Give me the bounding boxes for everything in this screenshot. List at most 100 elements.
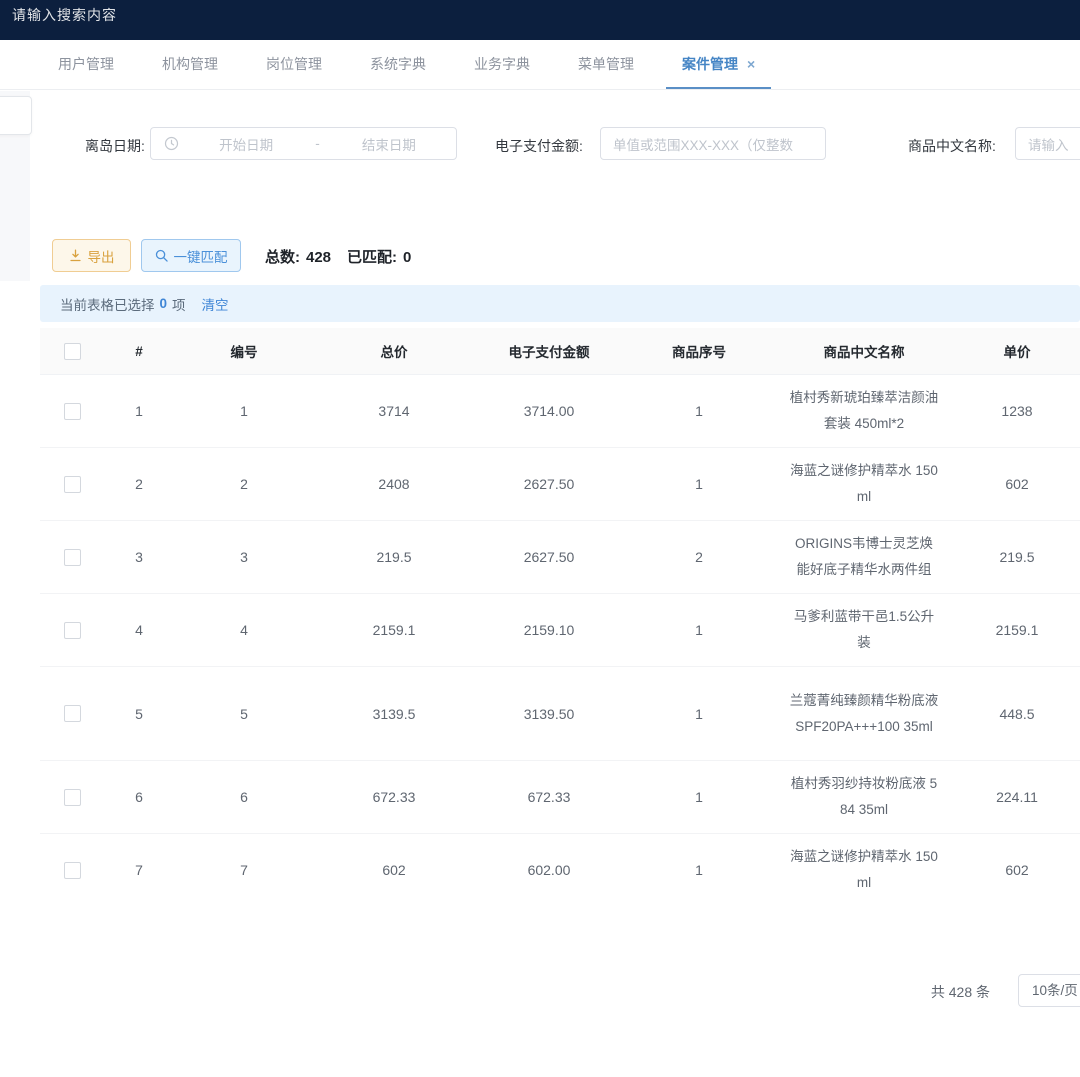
cell-index: 2 (104, 448, 174, 521)
table-row[interactable]: 442159.12159.101马爹利蓝带干邑1.5公升装2159.1 (40, 594, 1080, 667)
table-row[interactable]: 33219.52627.502ORIGINS韦博士灵芝焕能好底子精华水两件组21… (40, 521, 1080, 594)
cell-index: 6 (104, 761, 174, 834)
product-name-text: 植村秀羽纱持妆粉底液 584 35ml (789, 771, 939, 823)
matched-value: 0 (403, 249, 411, 266)
cell-seq: 1 (624, 375, 774, 448)
date-range-input[interactable]: 开始日期 - 结束日期 (150, 127, 457, 160)
tab-业务字典[interactable]: 业务字典 (450, 40, 554, 89)
tab-岗位管理[interactable]: 岗位管理 (242, 40, 346, 89)
table-row[interactable]: 77602602.001海蓝之谜修护精萃水 150ml602 (40, 834, 1080, 906)
tab-label: 用户管理 (58, 56, 114, 72)
cell-total: 2408 (314, 448, 474, 521)
cell-epay: 3714.00 (474, 375, 624, 448)
start-date-placeholder[interactable]: 开始日期 (179, 134, 313, 154)
product-name-text: ORIGINS韦博士灵芝焕能好底子精华水两件组 (789, 531, 939, 583)
cell-index: 7 (104, 834, 174, 906)
cell-code: 7 (174, 834, 314, 906)
export-button-label: 导出 (88, 246, 115, 266)
tab-label: 机构管理 (162, 56, 218, 72)
date-separator: - (313, 136, 322, 151)
row-select-cell[interactable] (40, 667, 104, 761)
top-search-bar: 请输入搜索内容 (0, 0, 1080, 40)
cell-code: 4 (174, 594, 314, 667)
cell-seq: 2 (624, 521, 774, 594)
clear-selection-link[interactable]: 清空 (202, 294, 229, 314)
column-header: 编号 (174, 328, 314, 375)
table-row[interactable]: 553139.53139.501兰蔻菁纯臻颜精华粉底液SPF20PA+++100… (40, 667, 1080, 761)
tab-close-icon[interactable]: × (747, 56, 755, 72)
cell-name: 植村秀新琥珀臻萃洁颜油套装 450ml*2 (774, 375, 954, 448)
product-name-text: 海蓝之谜修护精萃水 150ml (789, 458, 939, 510)
cell-code: 1 (174, 375, 314, 448)
cell-unit: 2159.1 (954, 594, 1080, 667)
cell-code: 3 (174, 521, 314, 594)
table-row[interactable]: 66672.33672.331植村秀羽纱持妆粉底液 584 35ml224.11 (40, 761, 1080, 834)
column-header: 电子支付金额 (474, 328, 624, 375)
cell-index: 5 (104, 667, 174, 761)
row-select-cell[interactable] (40, 521, 104, 594)
end-date-placeholder[interactable]: 结束日期 (322, 134, 456, 154)
epay-filter-label: 电子支付金额: (495, 136, 583, 156)
app-window: 请输入搜索内容 用户管理机构管理岗位管理系统字典业务字典菜单管理案件管理× 离岛… (0, 0, 1080, 1077)
checkbox-icon[interactable] (64, 705, 81, 722)
cell-index: 1 (104, 375, 174, 448)
row-select-cell[interactable] (40, 375, 104, 448)
cell-epay: 602.00 (474, 834, 624, 906)
pagination-total: 共 428 条 (890, 982, 990, 1002)
cell-unit: 602 (954, 834, 1080, 906)
cell-total: 3139.5 (314, 667, 474, 761)
epay-amount-placeholder: 单值或范围XXX-XXX（仅整数 (613, 134, 793, 154)
table-row[interactable]: 2224082627.501海蓝之谜修护精萃水 150ml602 (40, 448, 1080, 521)
cell-seq: 1 (624, 761, 774, 834)
checkbox-icon[interactable] (64, 862, 81, 879)
cell-code: 5 (174, 667, 314, 761)
cell-epay: 2627.50 (474, 448, 624, 521)
export-button[interactable]: 导出 (52, 239, 131, 272)
totals-summary: 总数:428已匹配:0 (265, 246, 417, 267)
checkbox-icon[interactable] (64, 622, 81, 639)
checkbox-icon[interactable] (64, 403, 81, 420)
table-row[interactable]: 1137143714.001植村秀新琥珀臻萃洁颜油套装 450ml*21238 (40, 375, 1080, 448)
row-select-cell[interactable] (40, 834, 104, 906)
cell-index: 3 (104, 521, 174, 594)
checkbox-icon[interactable] (64, 343, 81, 360)
cell-total: 3714 (314, 375, 474, 448)
tab-label: 菜单管理 (578, 56, 634, 72)
epay-amount-input[interactable]: 单值或范围XXX-XXX（仅整数 (600, 127, 826, 160)
sidebar-collapsed-panel[interactable] (0, 96, 32, 135)
tab-系统字典[interactable]: 系统字典 (346, 40, 450, 89)
selection-count: 0 (160, 296, 168, 311)
selection-info-bar: 当前表格已选择 0 项 清空 (40, 285, 1080, 322)
table-body: 1137143714.001植村秀新琥珀臻萃洁颜油套装 450ml*212382… (40, 375, 1080, 906)
tab-用户管理[interactable]: 用户管理 (34, 40, 138, 89)
cell-unit: 602 (954, 448, 1080, 521)
checkbox-icon[interactable] (64, 476, 81, 493)
product-name-text: 兰蔻菁纯臻颜精华粉底液SPF20PA+++100 35ml (789, 688, 939, 740)
page-size-select[interactable]: 10条/页 (1018, 974, 1080, 1007)
cell-epay: 2159.10 (474, 594, 624, 667)
one-click-match-button[interactable]: 一键匹配 (141, 239, 241, 272)
total-label: 总数: (265, 249, 300, 266)
checkbox-icon[interactable] (64, 549, 81, 566)
table-header: #编号总价电子支付金额商品序号商品中文名称单价 (40, 328, 1080, 375)
matched-label: 已匹配: (347, 249, 397, 266)
cell-total: 219.5 (314, 521, 474, 594)
tab-菜单管理[interactable]: 菜单管理 (554, 40, 658, 89)
header-select-all[interactable] (40, 328, 104, 375)
row-select-cell[interactable] (40, 761, 104, 834)
column-header: # (104, 328, 174, 375)
column-header: 商品序号 (624, 328, 774, 375)
row-select-cell[interactable] (40, 594, 104, 667)
product-name-input[interactable]: 请输入 (1015, 127, 1080, 160)
cell-name: 海蓝之谜修护精萃水 150ml (774, 834, 954, 906)
page-size-value: 10条/页 (1032, 983, 1078, 998)
tab-案件管理[interactable]: 案件管理× (658, 40, 779, 89)
row-select-cell[interactable] (40, 448, 104, 521)
product-name-placeholder: 请输入 (1028, 134, 1069, 154)
global-search-input[interactable]: 请输入搜索内容 (12, 5, 117, 25)
checkbox-icon[interactable] (64, 789, 81, 806)
product-name-text: 马爹利蓝带干邑1.5公升装 (789, 604, 939, 656)
tab-bar: 用户管理 机构管理 岗位管理系统字典业务字典 菜单管理 案件管理× (0, 40, 1080, 90)
cell-index: 4 (104, 594, 174, 667)
tab-机构管理[interactable]: 机构管理 (138, 40, 242, 89)
